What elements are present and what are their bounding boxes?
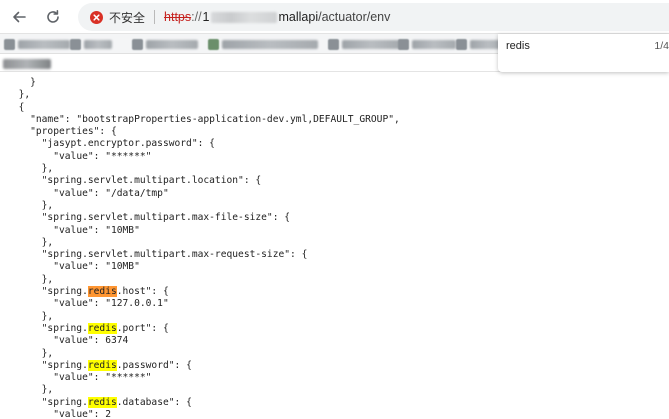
not-secure-icon[interactable] [90, 10, 103, 24]
json-text: }, [41, 384, 54, 396]
json-text: } [30, 77, 36, 88]
json-text: }, [41, 273, 54, 285]
json-line: "value": 6374 [7, 335, 400, 347]
bookmark-item[interactable] [4, 37, 70, 51]
reload-icon[interactable] [41, 5, 65, 29]
page-content: } }, { "name": "bootstrapProperties-appl… [0, 72, 669, 419]
search-match: redis [87, 359, 117, 371]
redacted-text [3, 59, 51, 69]
json-text: }, [18, 89, 31, 101]
json-text: "spring.servlet.multipart.max-request-si… [41, 249, 308, 261]
json-text: "value": "******" [53, 372, 152, 384]
json-viewer: } }, { "name": "bootstrapProperties-appl… [7, 77, 400, 419]
bookmark-icon [208, 38, 219, 50]
json-line: "spring.redis.database": { [7, 396, 400, 409]
search-match: redis [87, 396, 117, 408]
json-line: }, [7, 89, 400, 101]
json-line: }, [7, 384, 400, 396]
url-path: /actuator/env [318, 10, 391, 24]
url-text[interactable]: https://1 mallapi/actuator/env [164, 10, 390, 24]
back-icon[interactable] [7, 5, 31, 29]
json-line: "spring.servlet.multipart.max-file-size"… [7, 212, 400, 224]
bookmark-icon [328, 38, 339, 50]
json-text: "spring. [41, 286, 88, 298]
json-text: "spring. [41, 322, 88, 334]
json-line: "properties": { [7, 126, 400, 138]
json-text: "value": 2 [53, 409, 111, 419]
browser-toolbar: 不安全 https://1 mallapi/actuator/env [0, 0, 669, 34]
address-bar[interactable]: 不安全 https://1 mallapi/actuator/env [78, 3, 669, 31]
json-text: .password": { [116, 359, 192, 371]
json-line: "spring.servlet.multipart.max-request-si… [7, 249, 400, 261]
json-line: "value": "******" [7, 151, 400, 163]
json-line: "value": "/data/tmp" [7, 188, 400, 200]
url-redacted-host [210, 11, 277, 23]
json-text: .port": { [116, 322, 169, 334]
json-text: "name": "bootstrapProperties-application… [30, 113, 400, 125]
bookmark-icon [4, 38, 15, 50]
json-line: "spring.redis.port": { [7, 322, 400, 335]
find-bar: 1/4 [498, 34, 669, 72]
json-text: "value": "127.0.0.1" [53, 298, 169, 310]
omnibox-divider [154, 10, 156, 24]
json-line: }, [7, 348, 400, 360]
json-line: "value": 2 [7, 409, 400, 419]
url-host-start: 1 [202, 10, 210, 24]
json-text: }, [41, 310, 54, 322]
json-line: "name": "bootstrapProperties-application… [7, 114, 400, 126]
json-text: "jasypt.encryptor.password": { [41, 138, 215, 150]
json-text: "value": "10MB" [53, 224, 140, 236]
bookmark-icon [456, 38, 467, 50]
json-text: }, [41, 199, 54, 211]
url-scheme: https [164, 10, 192, 24]
bookmark-icon [132, 38, 143, 50]
search-match: redis [87, 322, 117, 334]
json-text: "spring.servlet.multipart.location": { [41, 175, 262, 187]
json-text: "value": "10MB" [53, 261, 140, 273]
json-text: "value": 6374 [53, 335, 129, 347]
url-separator: :// [191, 10, 202, 24]
json-line: }, [7, 274, 400, 286]
json-text: "spring. [41, 359, 88, 371]
json-line: "value": "127.0.0.1" [7, 298, 400, 310]
security-label[interactable]: 不安全 [109, 9, 145, 26]
json-line: }, [7, 200, 400, 212]
json-text: }, [41, 163, 54, 175]
bookmark-icon [70, 38, 81, 50]
json-text: "spring. [41, 396, 88, 408]
json-text: { [18, 101, 25, 113]
bookmark-item[interactable] [328, 37, 400, 51]
json-text: "properties": { [30, 126, 117, 138]
find-match-count: 1/4 [654, 40, 669, 52]
json-text: .host": { [116, 286, 169, 298]
bookmark-item[interactable] [70, 37, 112, 51]
url-host-end: mallapi [278, 10, 319, 24]
search-match-current: redis [87, 286, 117, 298]
json-text: .database": { [116, 396, 192, 408]
find-input[interactable] [506, 38, 636, 54]
json-line: } [7, 77, 400, 89]
json-text: "spring.servlet.multipart.max-file-size"… [41, 212, 291, 224]
json-line: }, [7, 311, 400, 323]
bookmark-item[interactable] [398, 37, 456, 51]
json-line: "jasypt.encryptor.password": { [7, 138, 400, 150]
json-line: "value": "******" [7, 372, 400, 384]
json-line: "value": "10MB" [7, 225, 400, 237]
json-text: }, [41, 236, 54, 248]
json-line: }, [7, 163, 400, 175]
json-line: "spring.redis.host": { [7, 286, 400, 298]
json-line: "value": "10MB" [7, 261, 400, 273]
json-text: "value": "******" [53, 150, 152, 162]
json-line: { [7, 102, 400, 114]
bookmark-item[interactable] [208, 37, 318, 51]
json-line: "spring.servlet.multipart.location": { [7, 175, 400, 187]
json-text: "value": "/data/tmp" [53, 187, 169, 199]
json-line: }, [7, 237, 400, 249]
json-text: }, [41, 347, 54, 359]
json-line: "spring.redis.password": { [7, 359, 400, 372]
bookmark-item[interactable] [132, 37, 198, 51]
bookmark-icon [398, 38, 409, 50]
